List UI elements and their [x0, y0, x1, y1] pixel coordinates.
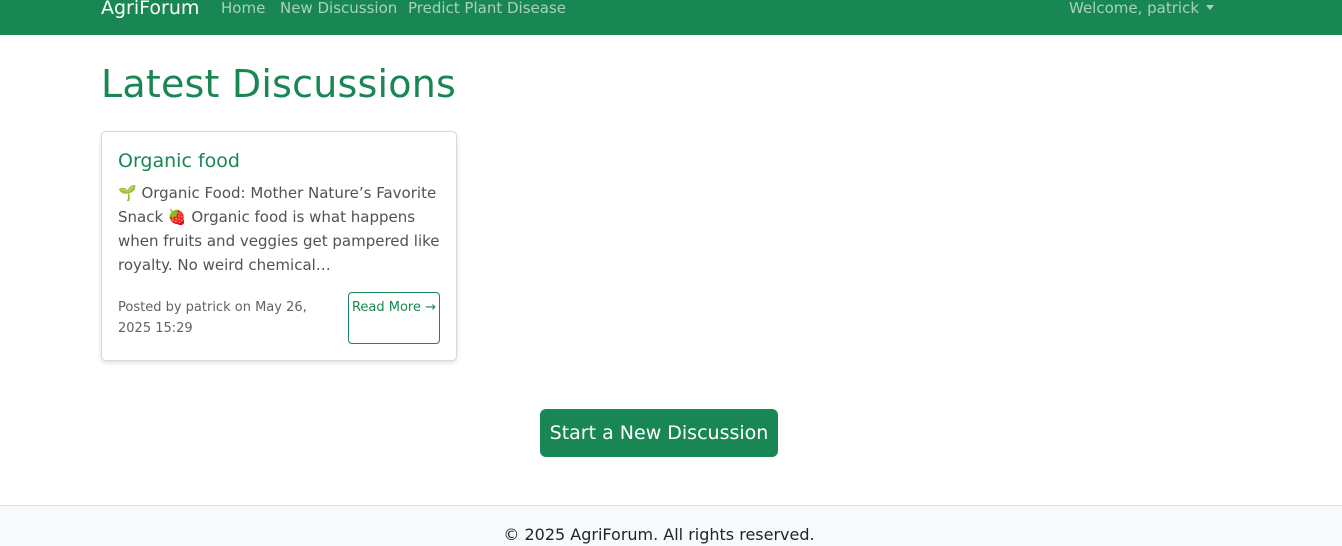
user-menu-label: Welcome, patrick	[1069, 0, 1200, 17]
discussion-meta: Posted by patrick on May 26, 2025 15:29	[118, 300, 307, 336]
caret-down-icon	[1206, 5, 1215, 10]
footer: © 2025 AgriForum. All rights reserved.	[0, 505, 1342, 546]
discussion-excerpt: 🌱 Organic Food: Mother Nature’s Favorite…	[118, 184, 440, 274]
start-new-discussion-button[interactable]: Start a New Discussion	[540, 409, 778, 457]
discussion-card: Organic food 🌱 Organic Food: Mother Natu…	[101, 131, 457, 361]
nav-new-discussion-link[interactable]: New Discussion	[280, 0, 397, 19]
footer-copyright: © 2025 AgriForum. All rights reserved.	[503, 525, 815, 544]
read-more-button[interactable]: Read More →	[348, 292, 440, 344]
user-menu-dropdown[interactable]: Welcome, patrick	[1069, 0, 1215, 19]
page-title: Latest Discussions	[101, 62, 456, 106]
nav-predict-plant-disease-link[interactable]: Predict Plant Disease	[408, 0, 566, 19]
discussion-title[interactable]: Organic food	[118, 149, 240, 173]
nav-home-link[interactable]: Home	[221, 0, 265, 19]
brand-logo[interactable]: AgriForum	[101, 0, 199, 20]
navbar: AgriForum Home New Discussion Predict Pl…	[0, 0, 1342, 35]
